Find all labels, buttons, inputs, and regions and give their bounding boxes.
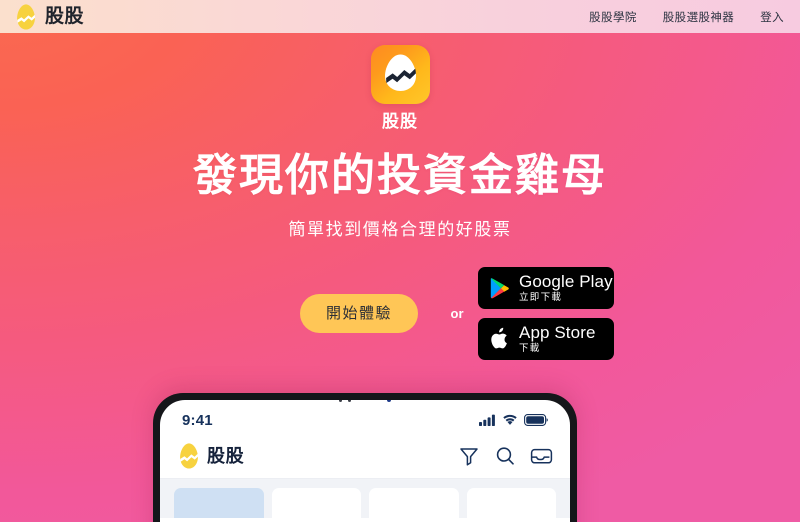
phone-screen: 9:41 股股 bbox=[160, 400, 570, 522]
search-icon[interactable] bbox=[494, 445, 516, 467]
phone-app-bar: 股股 bbox=[160, 434, 570, 478]
store-badges: Google Play 立即下載 App Store 下載 bbox=[478, 266, 614, 360]
google-play-badge[interactable]: Google Play 立即下載 bbox=[478, 266, 614, 309]
google-play-title: Google Play bbox=[519, 272, 613, 292]
google-play-subtitle: 立即下載 bbox=[519, 291, 563, 303]
status-time: 9:41 bbox=[182, 411, 213, 429]
or-separator: or bbox=[450, 305, 464, 321]
google-play-icon bbox=[490, 277, 509, 299]
wifi-icon bbox=[503, 414, 517, 425]
nav-links: 股股學院 股股選股神器 登入 bbox=[589, 9, 784, 25]
hero-section: 股股 發現你的投資金雞母 簡單找到價格合理的好股票 開始體驗 or Google… bbox=[0, 33, 800, 360]
app-store-text: App Store 下載 bbox=[519, 324, 596, 353]
top-navigation-bar: 股股 股股學院 股股選股神器 登入 bbox=[0, 0, 800, 33]
google-play-text: Google Play 立即下載 bbox=[519, 273, 613, 302]
page-subtitle: 簡單找到價格合理的好股票 bbox=[288, 220, 512, 240]
phone-app-bar-icons bbox=[458, 445, 553, 467]
page-title: 發現你的投資金雞母 bbox=[193, 151, 607, 200]
phone-brand[interactable]: 股股 bbox=[177, 442, 244, 470]
phone-tab-chip[interactable] bbox=[271, 488, 361, 518]
app-store-subtitle: 下載 bbox=[519, 342, 541, 354]
egg-chart-logo-icon bbox=[17, 3, 36, 30]
phone-tab-strip bbox=[160, 478, 570, 518]
site-brand[interactable]: 股股 bbox=[14, 3, 84, 31]
app-store-title: App Store bbox=[519, 323, 596, 343]
phone-mockup: 9:41 股股 bbox=[153, 393, 577, 522]
start-trial-button[interactable]: 開始體驗 bbox=[299, 293, 418, 333]
battery-icon bbox=[524, 414, 548, 426]
phone-brand-name: 股股 bbox=[207, 446, 245, 466]
cellular-signal-icon bbox=[479, 414, 495, 426]
phone-status-bar: 9:41 bbox=[160, 400, 570, 434]
site-brand-name: 股股 bbox=[45, 6, 85, 27]
app-icon-egg-chart bbox=[370, 45, 430, 104]
phone-tab-chip[interactable] bbox=[466, 488, 556, 518]
apple-logo-icon bbox=[491, 327, 507, 349]
inbox-icon[interactable] bbox=[530, 445, 553, 467]
nav-academy[interactable]: 股股學院 bbox=[589, 9, 637, 25]
egg-chart-logo-icon bbox=[180, 443, 199, 469]
status-icons bbox=[479, 414, 548, 426]
cta-left-group: 開始體驗 bbox=[186, 293, 436, 333]
nav-login[interactable]: 登入 bbox=[760, 9, 784, 25]
phone-tab-chip[interactable] bbox=[174, 488, 264, 518]
nav-stock-picker[interactable]: 股股選股神器 bbox=[663, 9, 734, 25]
app-store-badge[interactable]: App Store 下載 bbox=[478, 317, 614, 360]
phone-tab-chip[interactable] bbox=[369, 488, 459, 518]
app-icon-label: 股股 bbox=[382, 112, 418, 131]
landing-page: 股股 股股學院 股股選股神器 登入 股股 發現你的投資金雞母 簡單找到價格合理的… bbox=[0, 0, 800, 522]
cta-row: 開始體驗 or Google Play 立即下載 App Store 下載 bbox=[0, 266, 800, 360]
filter-icon[interactable] bbox=[458, 445, 480, 467]
app-icon-block: 股股 bbox=[0, 45, 800, 130]
